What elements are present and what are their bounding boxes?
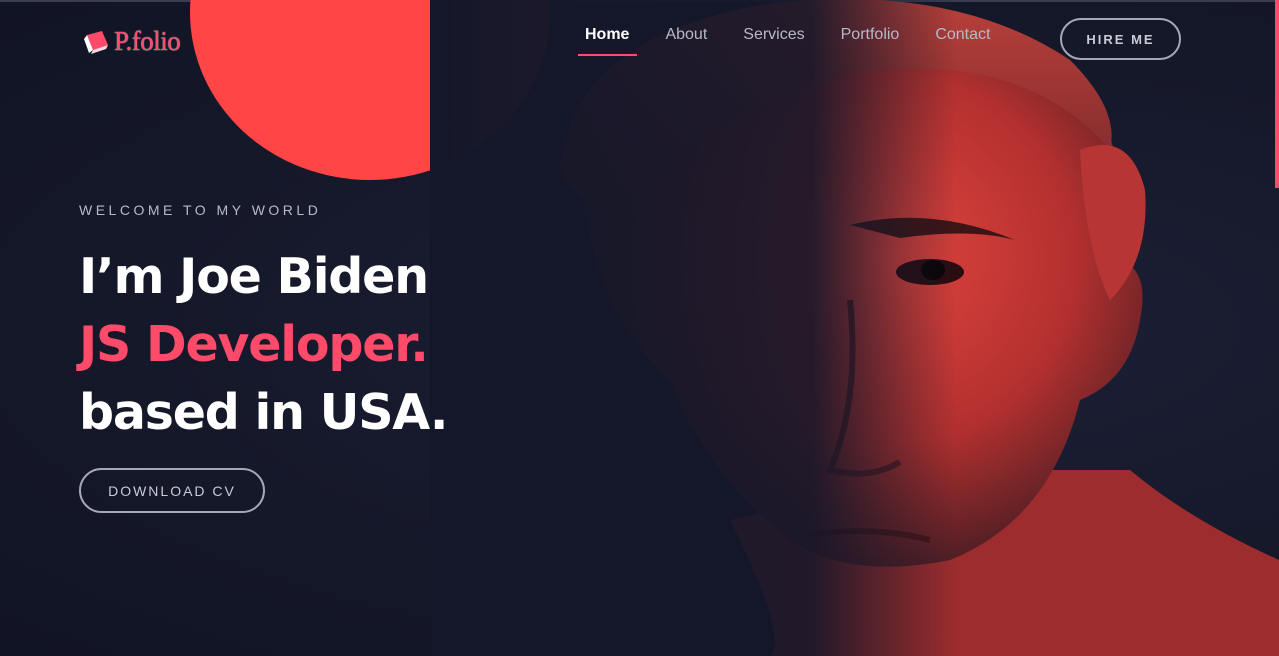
nav-link-portfolio[interactable]: Portfolio	[841, 26, 900, 56]
site-logo[interactable]: P.folio	[84, 26, 181, 57]
hero-eyebrow: WELCOME TO MY WORLD	[79, 202, 322, 218]
hero-title-line-1: I’m Joe Biden	[79, 248, 429, 305]
scroll-progress-indicator	[1275, 0, 1279, 188]
hire-me-button[interactable]: HIRE ME	[1060, 18, 1181, 60]
hero-title-location: based in USA.	[79, 384, 449, 441]
logo-cube-icon	[84, 29, 112, 55]
nav-link-about[interactable]: About	[665, 26, 707, 56]
logo-text: P.folio	[114, 26, 181, 56]
nav-link-contact[interactable]: Contact	[935, 26, 990, 56]
hero-title-role: JS Developer.	[79, 316, 429, 373]
main-navigation: Home About Services Portfolio Contact	[577, 26, 1026, 56]
nav-link-services[interactable]: Services	[743, 26, 804, 56]
nav-link-home[interactable]: Home	[577, 26, 638, 56]
download-cv-button[interactable]: DOWNLOAD CV	[79, 468, 265, 513]
hero-section: P.folio Home About Services Portfolio Co…	[0, 0, 1279, 656]
hero-portrait-image	[430, 0, 1279, 656]
portrait-illustration	[430, 0, 1279, 656]
